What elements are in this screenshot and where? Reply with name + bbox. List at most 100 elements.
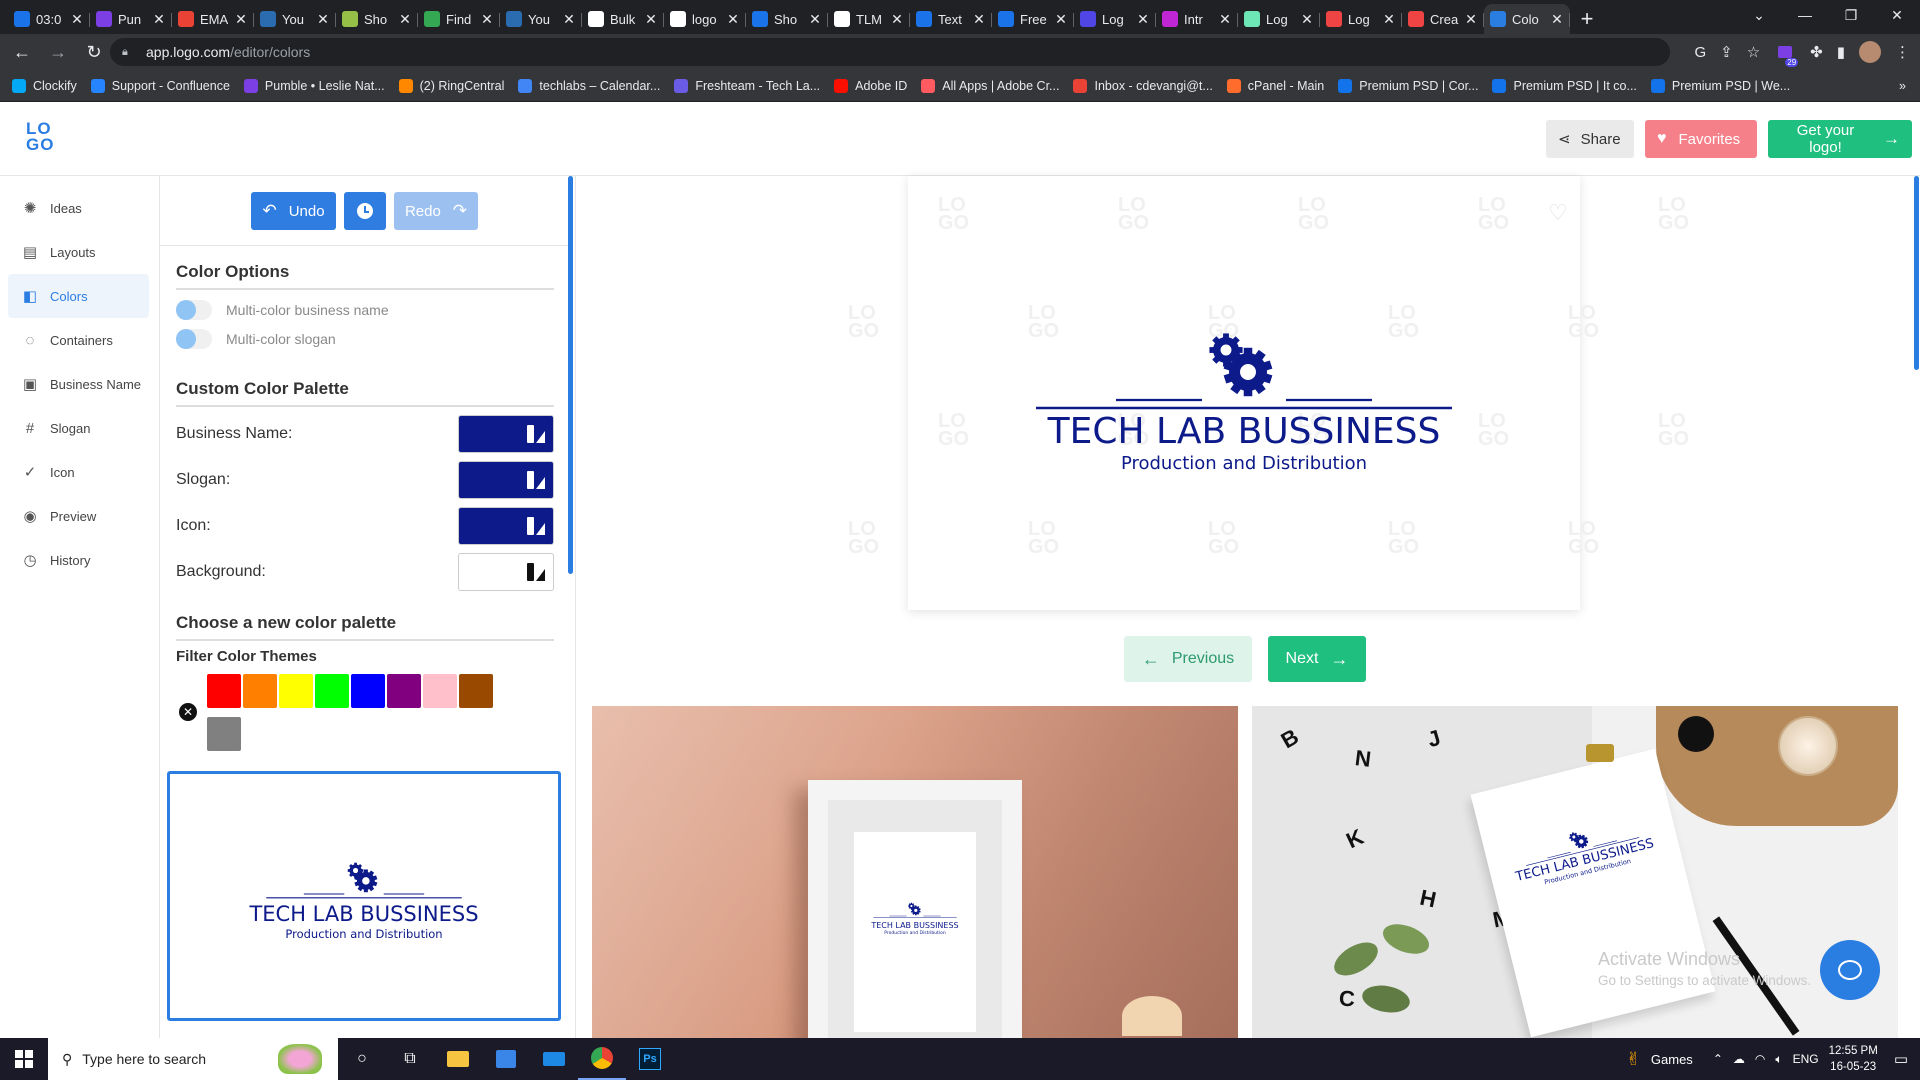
close-tab-icon[interactable]: ✕ <box>398 11 412 28</box>
bookmark-item[interactable]: techlabs – Calendar... <box>518 78 660 93</box>
filter-color-swatch[interactable] <box>279 674 313 708</box>
redo-button[interactable]: Redo ↷ <box>394 192 478 230</box>
browser-tab[interactable]: Text ✕ <box>910 4 992 34</box>
bookmark-item[interactable]: Premium PSD | Cor... <box>1338 78 1478 93</box>
undo-button[interactable]: ↶ Undo <box>251 192 336 230</box>
windows-start-button[interactable] <box>0 1038 48 1080</box>
panel-scrollbar[interactable] <box>568 176 573 574</box>
history-button[interactable] <box>344 192 386 230</box>
bookmark-item[interactable]: Freshteam - Tech La... <box>674 78 820 93</box>
filter-color-swatch[interactable] <box>315 674 349 708</box>
volume-muted-icon[interactable]: 🔈︎ <box>1775 1052 1782 1067</box>
photoshop-icon[interactable]: Ps <box>626 1038 674 1080</box>
logo-com-logo[interactable]: LO GO <box>26 120 60 157</box>
new-tab-button[interactable]: + <box>1570 4 1604 34</box>
task-view-icon[interactable]: ⧉ <box>386 1038 434 1080</box>
close-tab-icon[interactable]: ✕ <box>562 11 576 28</box>
browser-tab[interactable]: Pun ✕ <box>90 4 172 34</box>
language-indicator[interactable]: ENG <box>1793 1052 1819 1066</box>
browser-tab[interactable]: Sho ✕ <box>336 4 418 34</box>
filter-color-swatch[interactable] <box>387 674 421 708</box>
browser-tab[interactable]: logo ✕ <box>664 4 746 34</box>
close-tab-icon[interactable]: ✕ <box>1218 11 1232 28</box>
bookmark-item[interactable]: All Apps | Adobe Cr... <box>921 78 1059 93</box>
close-tab-icon[interactable]: ✕ <box>1550 11 1564 28</box>
close-tab-icon[interactable]: ✕ <box>972 11 986 28</box>
bookmark-item[interactable]: Premium PSD | It co... <box>1492 78 1637 93</box>
store-icon[interactable] <box>482 1038 530 1080</box>
sidebar-item-layouts[interactable]: ▤ Layouts <box>0 230 149 274</box>
browser-tab[interactable]: You ✕ <box>500 4 582 34</box>
sidebar-item-containers[interactable]: ◌ Containers <box>0 318 149 362</box>
restore-button[interactable]: ❐ <box>1828 0 1874 30</box>
browser-tab[interactable]: Log ✕ <box>1074 4 1156 34</box>
filter-color-swatch[interactable] <box>459 674 493 708</box>
color-picker-swatch[interactable] <box>458 553 554 591</box>
reload-icon[interactable]: ↻ <box>80 38 108 66</box>
multicolor-slogan-toggle-row[interactable]: Multi-color slogan <box>176 329 336 349</box>
sidebar-item-business-name[interactable]: ▣ Business Name <box>0 362 149 406</box>
close-window-button[interactable]: ✕ <box>1874 0 1920 30</box>
filter-color-swatch[interactable] <box>423 674 457 708</box>
bookmark-item[interactable]: (2) RingCentral <box>398 78 504 93</box>
sidebar-item-preview[interactable]: ◉ Preview <box>0 494 149 538</box>
multicolor-slogan-toggle[interactable] <box>176 329 212 349</box>
browser-tab[interactable]: Intr ✕ <box>1156 4 1238 34</box>
close-tab-icon[interactable]: ✕ <box>70 11 84 28</box>
theme-card-selected[interactable]: TECH LAB BUSSINESS Production and Distri… <box>167 771 561 1021</box>
color-picker-swatch[interactable] <box>458 507 554 545</box>
bookmark-item[interactable]: Clockify <box>12 78 77 93</box>
color-picker-swatch[interactable] <box>458 415 554 453</box>
browser-tab[interactable]: Free ✕ <box>992 4 1074 34</box>
menu-icon[interactable]: ⋮ <box>1895 43 1910 61</box>
main-scrollbar[interactable] <box>1914 176 1919 370</box>
notifications-icon[interactable]: ▭ <box>1894 1050 1908 1068</box>
filter-color-swatch[interactable] <box>207 674 241 708</box>
system-clock[interactable]: 12:55 PM 16-05-23 <box>1829 1043 1878 1075</box>
back-icon[interactable]: ← <box>8 38 36 66</box>
mail-icon[interactable] <box>530 1038 578 1080</box>
chrome-icon[interactable] <box>578 1038 626 1080</box>
games-label[interactable]: Games <box>1651 1052 1693 1067</box>
browser-tab[interactable]: EMA ✕ <box>172 4 254 34</box>
profile-avatar[interactable] <box>1859 41 1881 63</box>
forward-icon[interactable]: → <box>44 38 72 66</box>
close-tab-icon[interactable]: ✕ <box>890 11 904 28</box>
color-picker-swatch[interactable] <box>458 461 554 499</box>
browser-tab[interactable]: Crea ✕ <box>1402 4 1484 34</box>
browser-tab[interactable]: Log ✕ <box>1320 4 1402 34</box>
browser-tab[interactable]: TLM ✕ <box>828 4 910 34</box>
browser-tab[interactable]: You ✕ <box>254 4 336 34</box>
google-icon[interactable]: G <box>1694 44 1706 61</box>
sidebar-item-colors[interactable]: ◧ Colors <box>8 274 149 318</box>
minimize-button[interactable]: — <box>1782 0 1828 30</box>
cortana-icon[interactable]: ○ <box>338 1038 386 1080</box>
bookmark-item[interactable]: Inbox - cdevangi@t... <box>1073 78 1213 93</box>
filter-color-swatch[interactable] <box>243 674 277 708</box>
favorite-heart-icon[interactable]: ♡ <box>1548 200 1568 226</box>
chat-support-button[interactable] <box>1820 940 1880 1000</box>
browser-tab[interactable]: Log ✕ <box>1238 4 1320 34</box>
get-your-logo-button[interactable]: Get your logo! → <box>1768 120 1912 158</box>
clear-filter-icon[interactable]: ✕ <box>179 703 197 721</box>
star-icon[interactable]: ☆ <box>1747 43 1760 61</box>
close-tab-icon[interactable]: ✕ <box>480 11 494 28</box>
close-tab-icon[interactable]: ✕ <box>1382 11 1396 28</box>
filter-color-swatch[interactable] <box>207 717 241 751</box>
extension-badge[interactable]: 29 <box>1774 41 1799 67</box>
bookmark-item[interactable]: Pumble • Leslie Nat... <box>243 78 385 93</box>
close-tab-icon[interactable]: ✕ <box>1300 11 1314 28</box>
sidebar-item-icon[interactable]: ✓ Icon <box>0 450 149 494</box>
tab-active[interactable]: Colo ✕ <box>1484 4 1570 34</box>
browser-tab[interactable]: Find ✕ <box>418 4 500 34</box>
games-widget-icon[interactable]: ✌ <box>1626 1049 1641 1070</box>
close-tab-icon[interactable]: ✕ <box>234 11 248 28</box>
file-explorer-icon[interactable] <box>434 1038 482 1080</box>
next-button[interactable]: Next → <box>1268 636 1366 682</box>
favorites-button[interactable]: ♥ Favorites <box>1645 120 1757 158</box>
taskbar-search-box[interactable]: ⚲ Type here to search <box>48 1038 338 1080</box>
sidebar-item-slogan[interactable]: # Slogan <box>0 406 149 450</box>
close-tab-icon[interactable]: ✕ <box>1136 11 1150 28</box>
tab-search-icon[interactable]: ⌄ <box>1736 0 1782 30</box>
close-tab-icon[interactable]: ✕ <box>726 11 740 28</box>
